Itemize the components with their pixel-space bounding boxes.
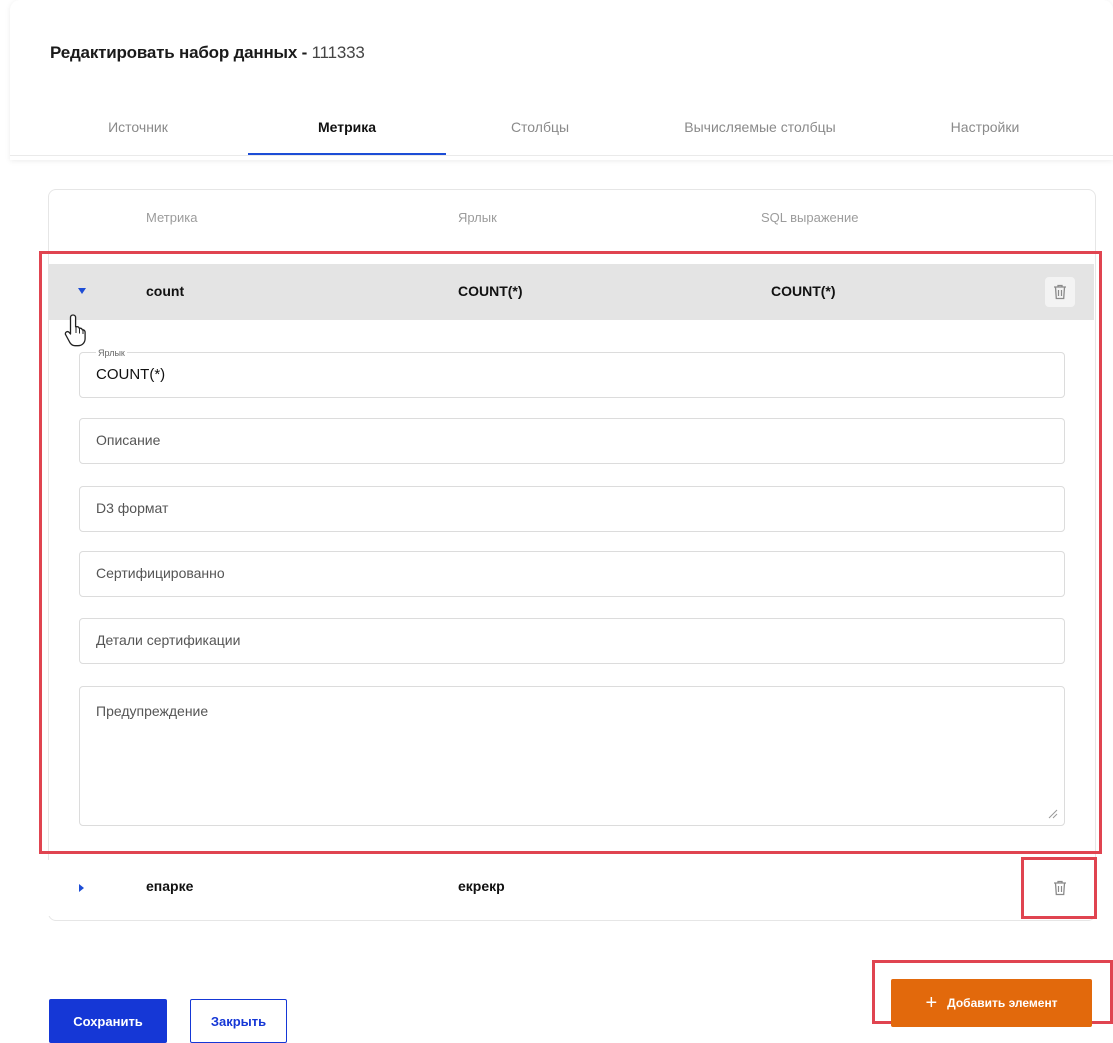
add-element-button[interactable]: + Добавить элемент xyxy=(891,979,1092,1027)
tab-source[interactable]: Источник xyxy=(68,112,208,156)
trash-icon xyxy=(1054,284,1066,300)
add-element-label: Добавить элемент xyxy=(947,996,1058,1010)
expand-caret-icon[interactable] xyxy=(79,884,84,892)
certification-details-placeholder: Детали сертификации xyxy=(96,632,241,648)
row-label: COUNT(*) xyxy=(458,283,523,299)
certified-placeholder: Сертифицированно xyxy=(96,565,225,581)
table-header: Метрика Ярлык SQL выражение xyxy=(48,210,1094,246)
tabs-divider xyxy=(10,155,1113,156)
collapse-caret-icon[interactable] xyxy=(78,288,86,294)
dataset-name: 111333 xyxy=(311,43,365,62)
d3-format-placeholder: D3 формат xyxy=(96,500,169,516)
label-field-caption: Ярлык xyxy=(96,348,127,358)
column-header-sql[interactable]: SQL выражение xyxy=(761,210,858,225)
row-metric-name: count xyxy=(146,283,185,299)
label-field[interactable]: Ярлык COUNT(*) xyxy=(79,348,1065,398)
table-row[interactable]: епарке екрекр xyxy=(48,860,1094,916)
plus-icon: + xyxy=(925,992,938,1014)
trash-icon xyxy=(1054,880,1066,896)
delete-row-button[interactable] xyxy=(1045,277,1075,307)
delete-row-button[interactable] xyxy=(1045,873,1075,903)
certification-details-field[interactable]: Детали сертификации xyxy=(79,618,1065,664)
tab-settings[interactable]: Настройки xyxy=(910,112,1060,156)
d3-format-field[interactable]: D3 формат xyxy=(79,486,1065,532)
warning-textarea[interactable]: Предупреждение xyxy=(79,686,1065,826)
row-metric-name: епарке xyxy=(146,878,194,894)
description-field[interactable]: Описание xyxy=(79,418,1065,464)
column-header-label[interactable]: Ярлык xyxy=(458,210,497,225)
column-header-metric[interactable]: Метрика xyxy=(146,210,197,225)
certified-field[interactable]: Сертифицированно xyxy=(79,551,1065,597)
row-sql-expression: COUNT(*) xyxy=(771,283,836,299)
title-prefix: Редактировать набор данных - xyxy=(50,43,312,62)
row-label: екрекр xyxy=(458,878,505,894)
tab-calculated-columns[interactable]: Вычисляемые столбцы xyxy=(650,112,870,156)
description-placeholder: Описание xyxy=(96,432,161,448)
page-title: Редактировать набор данных - 111333 xyxy=(50,43,365,63)
table-row[interactable]: count COUNT(*) COUNT(*) xyxy=(48,264,1094,320)
tab-bar: Источник Метрика Столбцы Вычисляемые сто… xyxy=(50,112,1113,156)
resize-handle-icon[interactable] xyxy=(1046,807,1058,819)
label-field-value: COUNT(*) xyxy=(96,366,166,383)
hand-cursor-icon xyxy=(64,314,86,347)
tab-metrics[interactable]: Метрика xyxy=(248,112,446,156)
save-button[interactable]: Сохранить xyxy=(49,999,167,1043)
tab-columns[interactable]: Столбцы xyxy=(470,112,610,156)
close-button[interactable]: Закрыть xyxy=(190,999,287,1043)
warning-placeholder: Предупреждение xyxy=(96,703,209,719)
